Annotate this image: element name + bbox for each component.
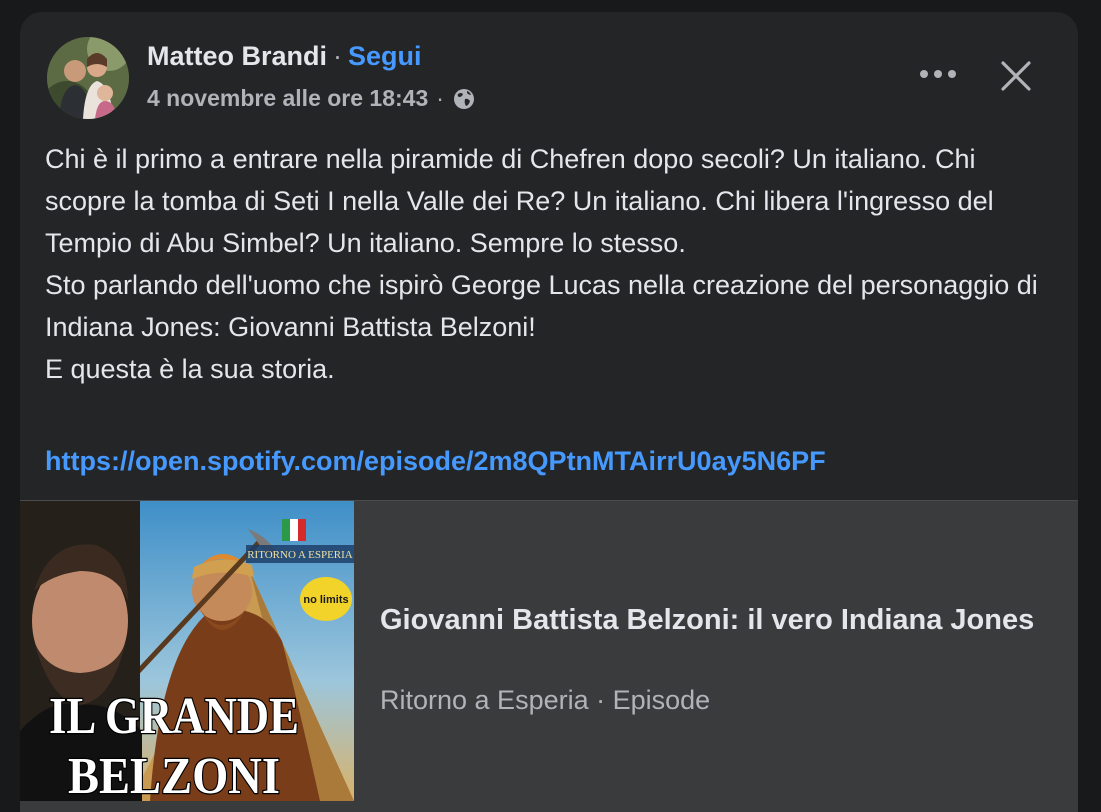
- post-paragraph: E questa è la sua storia.: [45, 354, 335, 384]
- preview-thumbnail: RITORNO A ESPERIA no limits IL GRANDE BE…: [20, 501, 354, 801]
- author-line: Matteo Brandi · Segui: [147, 41, 422, 72]
- post-timestamp[interactable]: 4 novembre alle ore 18:43: [147, 85, 428, 112]
- thumbnail-logo-text: RITORNO A ESPERIA: [247, 549, 353, 561]
- thumbnail-headline-1: IL GRANDE: [49, 688, 299, 745]
- spotify-link[interactable]: https://open.spotify.com/episode/2m8QPtn…: [45, 446, 826, 477]
- post-paragraph: Chi è il primo a entrare nella piramide …: [45, 144, 994, 258]
- more-icon[interactable]: [916, 54, 960, 94]
- post-meta: 4 novembre alle ore 18:43 ·: [147, 85, 476, 112]
- preview-title[interactable]: Giovanni Battista Belzoni: il vero India…: [380, 599, 1060, 641]
- post-card: Matteo Brandi · Segui 4 novembre alle ore …: [20, 12, 1078, 812]
- link-preview[interactable]: RITORNO A ESPERIA no limits IL GRANDE BE…: [20, 500, 1078, 812]
- post-text: Chi è il primo a entrare nella piramide …: [45, 138, 1055, 390]
- author-avatar[interactable]: [47, 37, 129, 119]
- post-paragraph: Sto parlando dell'uomo che ispirò George…: [45, 270, 1038, 342]
- thumbnail-badge-text: no limits: [303, 594, 348, 606]
- separator-dot: ·: [333, 41, 343, 71]
- separator-dot: ·: [436, 85, 444, 111]
- follow-button[interactable]: Segui: [348, 41, 422, 71]
- preview-subtitle: Ritorno a Esperia · Episode: [380, 685, 711, 715]
- globe-icon[interactable]: [452, 87, 476, 111]
- thumbnail-headline-2: BELZONI: [68, 748, 280, 801]
- author-name[interactable]: Matteo Brandi: [147, 41, 327, 71]
- close-icon[interactable]: [992, 52, 1040, 100]
